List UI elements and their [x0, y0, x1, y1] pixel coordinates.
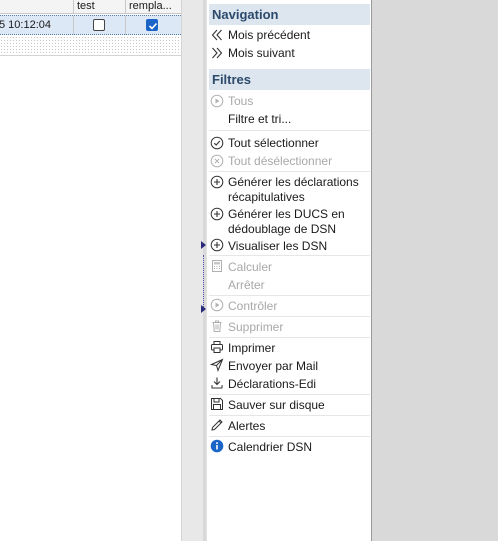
cell-test: [73, 16, 125, 35]
remplace-checkbox[interactable]: [146, 19, 158, 31]
cell-date: 5 10:12:04: [0, 19, 51, 31]
generate-declarations-item[interactable]: Générer les déclarations récapitulatives: [209, 174, 370, 205]
dsn-calendar-item[interactable]: Calendrier DSN: [209, 438, 370, 456]
divider: [209, 171, 370, 172]
double-chevron-right-icon: [210, 46, 224, 60]
grid-scrollbar[interactable]: [181, 0, 203, 541]
deselect-all-label: Tout désélectionner: [228, 154, 333, 168]
alerts-item[interactable]: Alertes: [209, 417, 370, 435]
trash-icon: [210, 319, 224, 333]
next-month-item[interactable]: Mois suivant: [209, 44, 370, 62]
alerts-label: Alertes: [228, 419, 266, 433]
delete-item[interactable]: Supprimer: [209, 318, 370, 336]
stop-item[interactable]: Arrêter: [209, 276, 370, 294]
filter-all-label: Tous: [228, 94, 254, 108]
check-circle-icon: [210, 136, 224, 150]
divider: [209, 436, 370, 437]
divider: [209, 130, 370, 131]
stop-label: Arrêter: [228, 278, 265, 292]
save-disk-label: Sauver sur disque: [228, 398, 325, 412]
generate-declarations-label: Générer les déclarations récapitulatives: [228, 175, 359, 204]
data-grid: test rempla... 5 10:12:04: [0, 0, 181, 541]
calculate-label: Calculer: [228, 260, 273, 274]
prev-month-item[interactable]: Mois précédent: [209, 26, 370, 44]
delete-label: Supprimer: [228, 320, 284, 334]
divider: [209, 316, 370, 317]
print-item[interactable]: Imprimer: [209, 339, 370, 357]
double-chevron-left-icon: [210, 28, 224, 42]
plus-circle-icon: [210, 207, 224, 221]
send-icon: [210, 358, 224, 372]
column-header-remplace[interactable]: rempla...: [125, 0, 181, 14]
info-icon: [210, 439, 224, 453]
calculate-item[interactable]: Calculer: [209, 258, 370, 276]
divider: [209, 255, 370, 256]
select-all-label: Tout sélectionner: [228, 136, 319, 150]
plus-circle-icon: [210, 238, 224, 252]
navigation-header[interactable]: Navigation: [209, 4, 370, 26]
view-dsn-item[interactable]: Visualiser les DSN: [209, 237, 370, 255]
right-empty-area: [371, 0, 498, 541]
filter-sort-item[interactable]: Filtre et tri...: [209, 110, 370, 128]
generate-ducs-label: Générer les DUCS en dédoublage de DSN: [228, 207, 345, 236]
send-mail-item[interactable]: Envoyer par Mail: [209, 357, 370, 375]
actions-panel: Navigation Mois précédent Mois suivant F…: [206, 0, 371, 541]
download-icon: [210, 376, 224, 390]
filter-all-item[interactable]: Tous: [209, 92, 370, 110]
check-label: Contrôler: [228, 299, 278, 313]
x-circle-icon: [210, 154, 224, 168]
generate-ducs-item[interactable]: Générer les DUCS en dédoublage de DSN: [209, 206, 370, 237]
table-row[interactable]: 5 10:12:04: [0, 15, 181, 35]
printer-icon: [210, 340, 224, 354]
filtres-header[interactable]: Filtres: [209, 69, 370, 91]
column-header-test[interactable]: test: [73, 0, 125, 14]
declarations-edi-item[interactable]: Déclarations-Edi: [209, 375, 370, 393]
save-icon: [210, 397, 224, 411]
test-checkbox[interactable]: [93, 19, 105, 31]
plus-circle-icon: [210, 175, 224, 189]
calculator-icon: [210, 259, 224, 273]
new-row-placeholder[interactable]: [0, 36, 181, 56]
divider: [209, 394, 370, 395]
divider: [209, 295, 370, 296]
next-month-label: Mois suivant: [228, 46, 295, 60]
pencil-icon: [210, 418, 224, 432]
select-all-item[interactable]: Tout sélectionner: [209, 134, 370, 152]
declarations-edi-label: Déclarations-Edi: [228, 377, 317, 391]
play-circle-icon: [210, 298, 224, 312]
cell-remplace: [125, 16, 181, 35]
divider: [209, 337, 370, 338]
prev-month-label: Mois précédent: [228, 28, 311, 42]
dsn-calendar-label: Calendrier DSN: [228, 440, 313, 454]
divider: [209, 415, 370, 416]
view-dsn-label: Visualiser les DSN: [228, 239, 328, 253]
check-item[interactable]: Contrôler: [209, 297, 370, 315]
deselect-all-item[interactable]: Tout désélectionner: [209, 152, 370, 170]
filter-sort-label: Filtre et tri...: [228, 112, 292, 126]
send-mail-label: Envoyer par Mail: [228, 359, 319, 373]
save-disk-item[interactable]: Sauver sur disque: [209, 396, 370, 414]
play-circle-icon: [210, 94, 224, 108]
grid-header-row: test rempla...: [0, 0, 181, 14]
column-header-date[interactable]: [0, 0, 73, 14]
print-label: Imprimer: [228, 341, 276, 355]
